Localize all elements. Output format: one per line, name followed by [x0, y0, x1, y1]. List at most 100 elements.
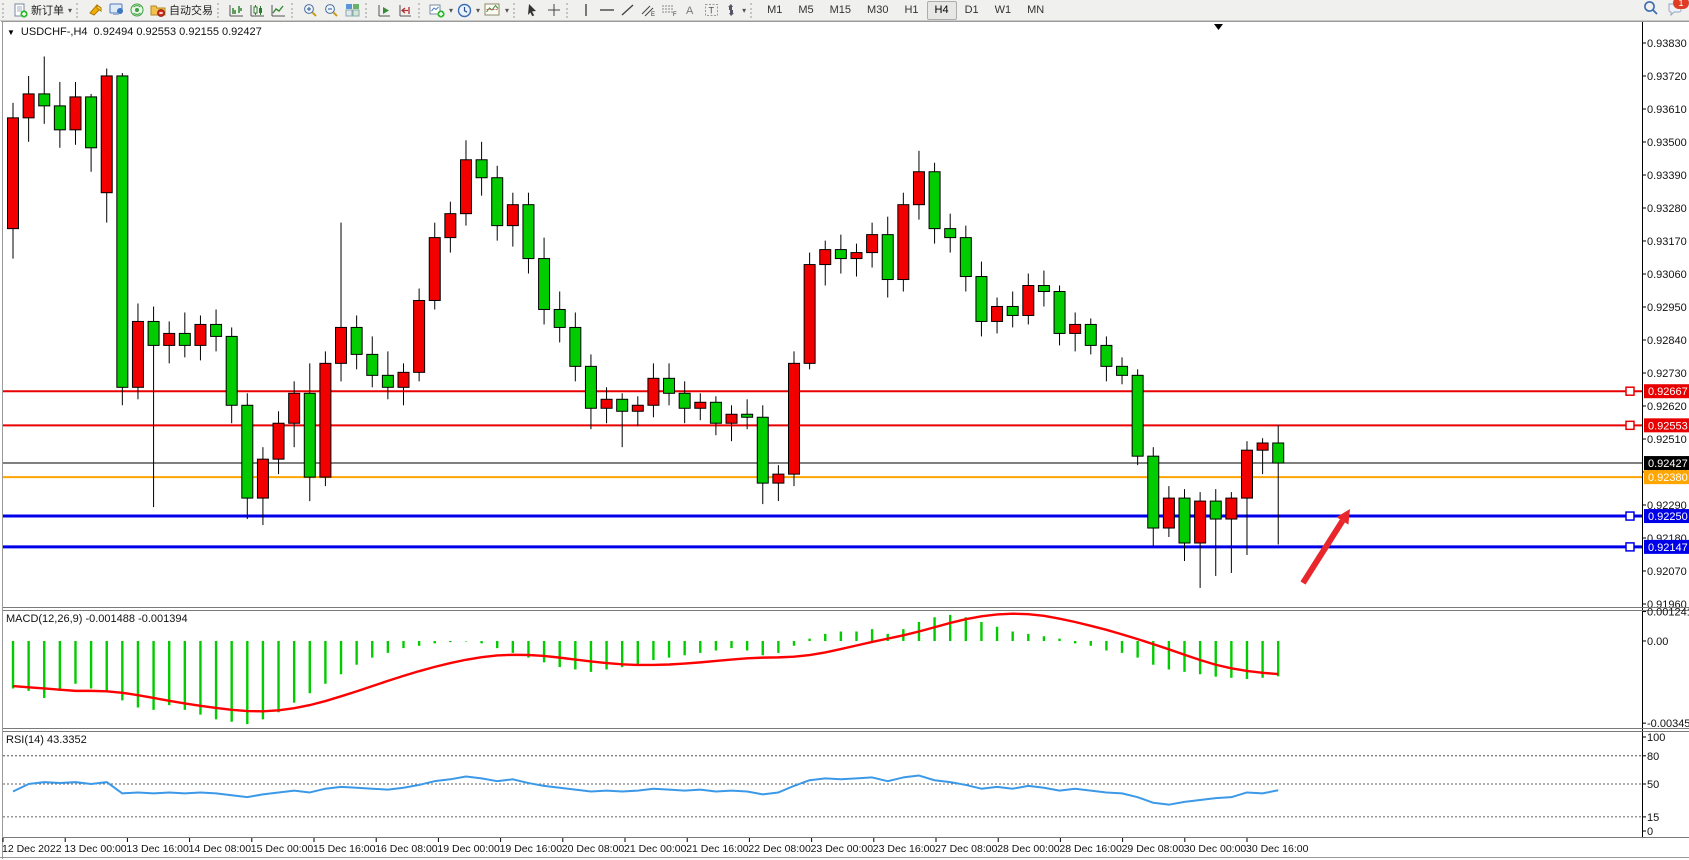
- candle: [1179, 498, 1190, 543]
- horizontal-line-icon: [599, 3, 615, 17]
- candle: [1210, 501, 1221, 519]
- candle: [835, 250, 846, 259]
- candle: [1257, 443, 1268, 450]
- candle: [789, 363, 800, 474]
- hline-tool-button[interactable]: [596, 1, 617, 20]
- chevron-down-icon: ▾: [449, 6, 453, 15]
- market-button[interactable]: [85, 1, 106, 20]
- template-button[interactable]: ▾: [482, 1, 511, 20]
- signals-button[interactable]: [127, 1, 148, 20]
- candle: [601, 399, 612, 408]
- toolbar-grip[interactable]: [76, 3, 83, 18]
- toolbar-grip[interactable]: [750, 3, 757, 18]
- notifications-button[interactable]: 1: [1667, 1, 1683, 21]
- chevron-down-icon: ▾: [742, 6, 746, 15]
- chart-canvas[interactable]: 0.938300.937200.936100.935000.933900.932…: [0, 21, 1689, 860]
- candle: [1226, 498, 1237, 519]
- candle: [164, 333, 175, 345]
- candle: [1054, 292, 1065, 334]
- chart-collapse-icon[interactable]: ▼: [7, 28, 15, 37]
- vline-tool-button[interactable]: [575, 1, 596, 20]
- period-button[interactable]: ▾: [455, 1, 482, 20]
- candle: [742, 414, 753, 417]
- candle: [414, 300, 425, 372]
- toolbar-grip[interactable]: [418, 3, 425, 18]
- bar-chart-button[interactable]: [226, 1, 247, 20]
- toolbar-grip[interactable]: [365, 3, 372, 18]
- crosshair-button[interactable]: [543, 1, 564, 20]
- line-chart-button[interactable]: [268, 1, 289, 20]
- candle: [882, 235, 893, 280]
- candle: [211, 324, 222, 336]
- timeframe-mn-button[interactable]: MN: [1019, 1, 1052, 20]
- candle: [367, 354, 378, 375]
- bar-chart-icon: [229, 3, 244, 17]
- time-label: 30 Dec 00:00: [1184, 843, 1247, 855]
- candlestick-chart-button[interactable]: [247, 1, 268, 20]
- tile-windows-button[interactable]: [342, 1, 363, 20]
- candle: [1085, 324, 1096, 345]
- timeframe-d1-button[interactable]: D1: [957, 1, 987, 20]
- price-tick-label: 0.92510: [1647, 434, 1687, 446]
- zoom-out-button[interactable]: [321, 1, 342, 20]
- terminal-button[interactable]: [106, 1, 127, 20]
- line-anchor-marker: [1626, 543, 1634, 551]
- chart-title: ▼ USDCHF-,H4 0.92494 0.92553 0.92155 0.9…: [7, 26, 262, 38]
- candle: [898, 205, 909, 280]
- text-tool-button[interactable]: A: [680, 1, 701, 20]
- toolbar-grip[interactable]: [513, 3, 520, 18]
- rsi-axis-label: 80: [1647, 751, 1659, 763]
- chevron-down-icon: ▾: [68, 6, 72, 15]
- time-label: 14 Dec 08:00: [189, 843, 252, 855]
- arrows-tool-button[interactable]: ▾: [722, 1, 748, 20]
- line-anchor-marker: [1626, 421, 1634, 429]
- timeframe-h4-button[interactable]: H4: [927, 1, 957, 20]
- price-label-text: 0.92380: [1648, 472, 1688, 484]
- fibonacci-tool-button[interactable]: F: [659, 1, 680, 20]
- autotrade-button[interactable]: 自动交易: [148, 1, 215, 20]
- candle: [351, 327, 362, 354]
- candle: [117, 76, 128, 387]
- chart-shift-button[interactable]: [395, 1, 416, 20]
- time-label: 19 Dec 16:00: [500, 843, 563, 855]
- rsi-axis-label: 100: [1647, 732, 1665, 744]
- timeframe-m5-button[interactable]: M5: [790, 1, 821, 20]
- timeframe-h1-button[interactable]: H1: [896, 1, 926, 20]
- rsi-axis-label: 0: [1647, 826, 1653, 838]
- chart-shift-icon: [398, 3, 413, 17]
- macd-axis-label: 0.00: [1647, 636, 1668, 648]
- candle: [1023, 286, 1034, 316]
- price-label-text: 0.92427: [1648, 458, 1688, 470]
- toolbar: 新订单 ▾ 自动交易: [0, 0, 1689, 21]
- new-chart-button[interactable]: ▾: [427, 1, 455, 20]
- toolbar-grip[interactable]: [566, 3, 573, 18]
- candle: [820, 250, 831, 265]
- toolbar-grip[interactable]: [2, 3, 9, 18]
- new-order-button[interactable]: 新订单 ▾: [11, 1, 74, 20]
- candle: [757, 417, 768, 483]
- toolbar-grip[interactable]: [291, 3, 298, 18]
- trendline-tool-button[interactable]: [617, 1, 638, 20]
- channel-tool-button[interactable]: E: [638, 1, 659, 20]
- candle: [86, 97, 97, 148]
- text-label-icon: T: [704, 3, 719, 17]
- timeframe-m15-button[interactable]: M15: [822, 1, 859, 20]
- svg-text:E: E: [651, 12, 655, 17]
- toolbar-grip[interactable]: [217, 3, 224, 18]
- auto-scroll-button[interactable]: [374, 1, 395, 20]
- search-button[interactable]: [1643, 0, 1659, 21]
- timeframe-m1-button[interactable]: M1: [759, 1, 790, 20]
- label-tool-button[interactable]: T: [701, 1, 722, 20]
- candle: [492, 178, 503, 226]
- candle: [992, 306, 1003, 321]
- timeframe-m30-button[interactable]: M30: [859, 1, 896, 20]
- candle: [523, 205, 534, 259]
- candle: [1148, 456, 1159, 528]
- price-tick-label: 0.92070: [1647, 566, 1687, 578]
- candle: [304, 393, 315, 477]
- cursor-button[interactable]: [522, 1, 543, 20]
- timeframe-w1-button[interactable]: W1: [987, 1, 1020, 20]
- candle: [1101, 345, 1112, 366]
- timeframe-label: H4: [935, 4, 949, 16]
- zoom-in-button[interactable]: [300, 1, 321, 20]
